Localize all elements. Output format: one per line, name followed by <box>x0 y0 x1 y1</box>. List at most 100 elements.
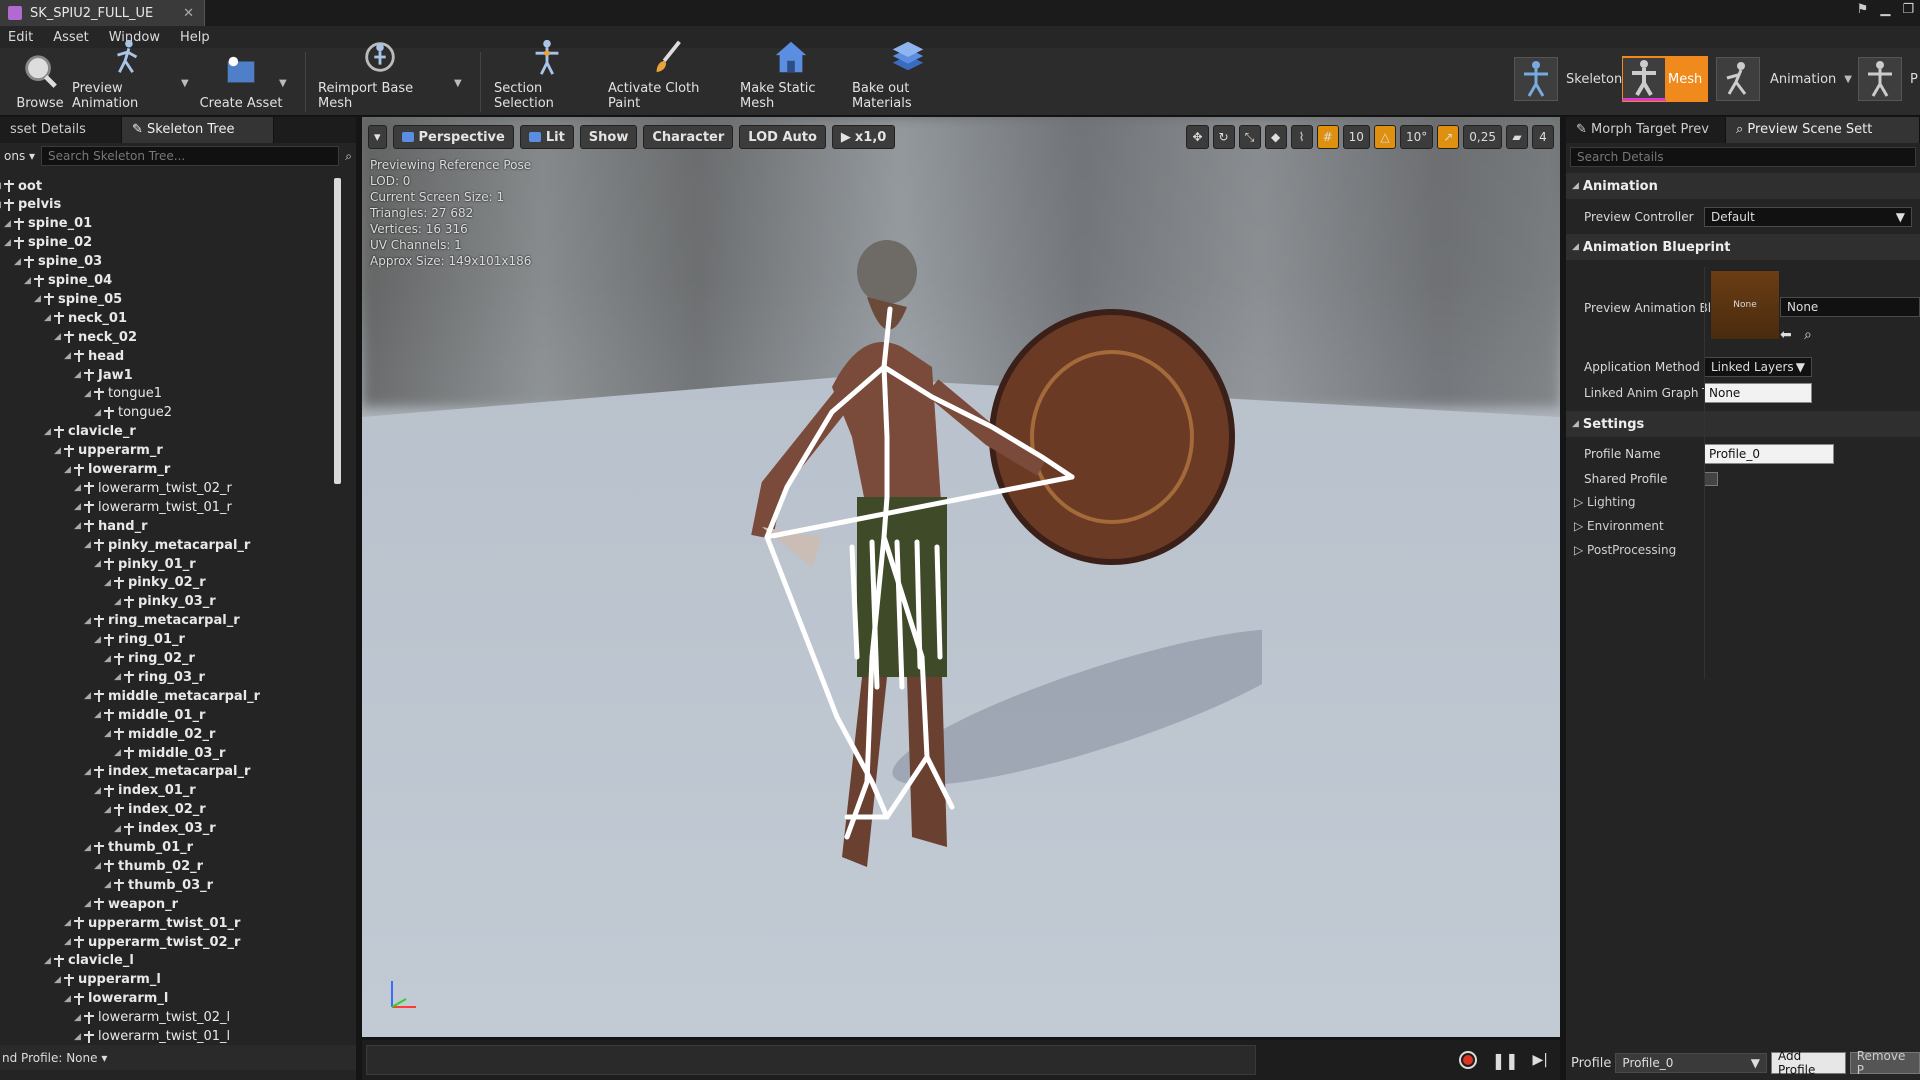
bone-row[interactable]: ◢ middle_01_r <box>94 706 205 724</box>
bone-row[interactable]: ◢ upperarm_twist_01_r <box>64 914 240 932</box>
rotation-snap-icon[interactable]: △ <box>1373 125 1396 149</box>
bone-row[interactable]: ◢ pinky_03_r <box>114 593 216 611</box>
expand-arrow-icon[interactable]: ◢ <box>94 861 102 871</box>
bone-row[interactable]: ◢ index_02_r <box>104 801 206 819</box>
create-asset-dropdown-icon[interactable]: ▼ <box>279 78 287 89</box>
menu-asset[interactable]: Asset <box>45 30 101 45</box>
bone-row[interactable]: ◢ spine_05 <box>34 290 122 308</box>
subsection-lighting[interactable]: ▷ Lighting <box>1574 495 1636 509</box>
animation-mode-button[interactable]: Animation ▼ <box>1716 56 1852 102</box>
expand-arrow-icon[interactable]: ◢ <box>114 748 122 758</box>
expand-arrow-icon[interactable]: ◢ <box>74 502 82 512</box>
bake-out-materials-button[interactable]: Bake out Materials <box>852 41 964 114</box>
section-selection-button[interactable]: Section Selection <box>494 39 600 114</box>
expand-arrow-icon[interactable]: ◢ <box>54 332 62 342</box>
expand-arrow-icon[interactable]: ◢ <box>0 200 2 210</box>
bone-row[interactable]: ◢ middle_metacarpal_r <box>84 687 260 705</box>
activate-cloth-paint-button[interactable]: Activate Cloth Paint <box>608 40 728 114</box>
expand-arrow-icon[interactable]: ◢ <box>64 937 72 947</box>
bone-row[interactable]: ◢ pelvis <box>0 196 61 214</box>
expand-arrow-icon[interactable]: ◢ <box>44 313 52 323</box>
bone-row[interactable]: ◢ head <box>64 347 124 365</box>
tab-morph-target-preview[interactable]: ✎ Morph Target Prev <box>1566 117 1726 143</box>
camera-speed-value[interactable]: 4 <box>1532 125 1554 149</box>
preview-controller-dropdown[interactable]: Default ▼ <box>1704 207 1912 227</box>
grid-snap-icon[interactable]: # <box>1316 125 1339 149</box>
subsection-environment[interactable]: ▷ Environment <box>1574 519 1664 533</box>
expand-arrow-icon[interactable]: ◢ <box>94 408 102 418</box>
bone-row[interactable]: ◢ spine_04 <box>24 272 112 290</box>
expand-arrow-icon[interactable]: ◢ <box>104 805 112 815</box>
translate-icon[interactable]: ✥ <box>1186 125 1209 149</box>
make-static-mesh-button[interactable]: Make Static Mesh <box>740 41 842 114</box>
linked-anim-graph-input[interactable]: None <box>1704 383 1812 403</box>
bone-row[interactable]: ◢ thumb_03_r <box>104 876 213 894</box>
bone-row[interactable]: ◢ middle_02_r <box>104 725 215 743</box>
bone-row[interactable]: ◢ thumb_01_r <box>84 839 193 857</box>
expand-arrow-icon[interactable]: ◢ <box>104 880 112 890</box>
bone-row[interactable]: ◢ lowerarm_twist_01_r <box>74 498 232 516</box>
use-selected-icon[interactable]: ⬅ <box>1780 327 1792 343</box>
section-settings[interactable]: ◢ Settings <box>1566 411 1920 437</box>
section-animation[interactable]: ◢ Animation <box>1566 173 1920 199</box>
bone-row[interactable]: ◢ index_03_r <box>114 820 216 838</box>
expand-arrow-icon[interactable]: ◢ <box>104 729 112 739</box>
expand-arrow-icon[interactable]: ◢ <box>84 389 92 399</box>
expand-arrow-icon[interactable]: ◢ <box>74 1013 82 1023</box>
expand-arrow-icon[interactable]: ◢ <box>64 994 72 1004</box>
bone-row[interactable]: ◢ pinky_02_r <box>104 574 206 592</box>
preview-animation-dropdown-icon[interactable]: ▼ <box>181 78 189 89</box>
bone-row[interactable]: ◢ clavicle_l <box>44 952 134 970</box>
reimport-base-mesh-button[interactable]: Reimport Base Mesh <box>318 42 442 114</box>
bone-row[interactable]: ◢ spine_02 <box>4 234 92 252</box>
expand-arrow-icon[interactable]: ◢ <box>4 238 12 248</box>
bone-row[interactable]: ◢ middle_03_r <box>114 744 225 762</box>
bone-row[interactable]: ◢ ring_01_r <box>94 631 185 649</box>
minimize-icon[interactable]: ▁ <box>1880 2 1890 17</box>
bone-row[interactable]: ◢ Jaw1 <box>74 366 133 384</box>
character-preview[interactable] <box>662 237 1262 997</box>
tab-preview-scene-settings[interactable]: ⌕ Preview Scene Sett <box>1726 117 1920 143</box>
application-method-dropdown[interactable]: Linked Layers ▼ <box>1704 357 1812 377</box>
expand-arrow-icon[interactable]: ◢ <box>0 181 2 191</box>
add-profile-button[interactable]: Add Profile <box>1771 1049 1846 1077</box>
expand-arrow-icon[interactable]: ◢ <box>74 1032 82 1042</box>
show-button[interactable]: Show <box>579 125 638 149</box>
bone-row[interactable]: ◢ neck_01 <box>44 309 127 327</box>
subsection-postprocessing[interactable]: ▷ PostProcessing <box>1574 543 1676 557</box>
expand-arrow-icon[interactable]: ◢ <box>114 597 122 607</box>
bone-row[interactable]: ◢ index_01_r <box>94 782 196 800</box>
expand-arrow-icon[interactable]: ◢ <box>84 540 92 550</box>
expand-arrow-icon[interactable]: ◢ <box>104 578 112 588</box>
expand-arrow-icon[interactable]: ◢ <box>94 635 102 645</box>
viewport[interactable]: ▾ Perspective Lit Show Character LOD Aut… <box>362 117 1560 1037</box>
bone-row[interactable]: ◢ neck_02 <box>54 328 137 346</box>
section-animation-blueprint[interactable]: ◢ Animation Blueprint <box>1566 234 1920 260</box>
preview-animation-button[interactable]: Preview Animation <box>72 39 182 114</box>
grid-snap-value[interactable]: 10 <box>1342 125 1370 149</box>
lod-button[interactable]: LOD Auto <box>739 125 826 149</box>
expand-arrow-icon[interactable]: ◢ <box>64 918 72 928</box>
surface-snap-icon[interactable]: ⌇ <box>1290 125 1313 149</box>
bone-row[interactable]: ◢ ring_metacarpal_r <box>84 612 240 630</box>
lit-button[interactable]: Lit <box>519 125 574 149</box>
bone-row[interactable]: ◢ pinky_01_r <box>94 555 196 573</box>
expand-arrow-icon[interactable]: ◢ <box>84 691 92 701</box>
profile-name-input[interactable]: Profile_0 <box>1704 444 1834 464</box>
bone-row[interactable]: ◢ thumb_02_r <box>94 857 203 875</box>
character-button[interactable]: Character <box>643 125 734 149</box>
bone-row[interactable]: ◢ ring_03_r <box>114 668 205 686</box>
expand-arrow-icon[interactable]: ◢ <box>24 276 32 286</box>
profile-dropdown[interactable]: nd Profile: None ▾ <box>2 1051 107 1065</box>
expand-arrow-icon[interactable]: ◢ <box>114 672 122 682</box>
expand-arrow-icon[interactable]: ◢ <box>44 427 52 437</box>
mesh-mode-button[interactable]: Mesh <box>1622 56 1709 102</box>
bone-row[interactable]: ◢ index_metacarpal_r <box>84 763 250 781</box>
expand-arrow-icon[interactable]: ◢ <box>94 710 102 720</box>
bone-row[interactable]: ◢ tongue2 <box>94 404 172 422</box>
expand-arrow-icon[interactable]: ◢ <box>54 446 62 456</box>
pause-icon[interactable]: ❚❚ <box>1492 1051 1519 1070</box>
expand-arrow-icon[interactable]: ◢ <box>44 956 52 966</box>
expand-arrow-icon[interactable]: ◢ <box>74 521 82 531</box>
bone-row[interactable]: ◢ tongue1 <box>84 385 162 403</box>
